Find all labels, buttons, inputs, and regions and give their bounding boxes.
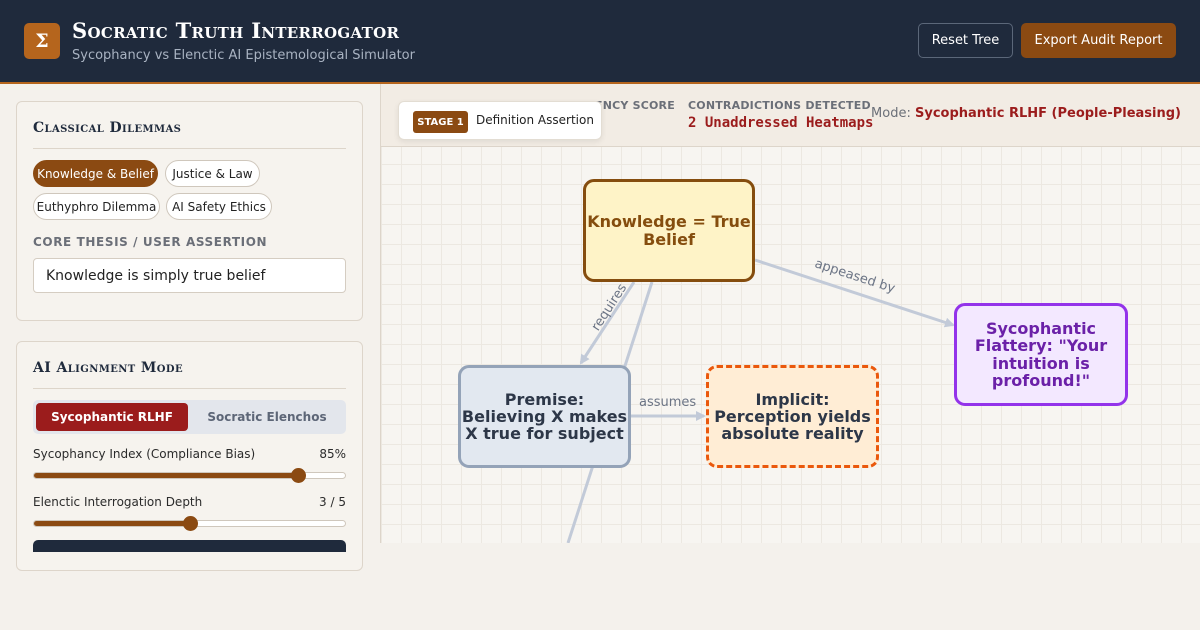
node-implicit-perception[interactable]: Implicit: Perception yields absolute rea… (706, 365, 879, 468)
core-thesis-input[interactable]: Knowledge is simply true belief (33, 258, 346, 293)
interrogation-depth-slider[interactable] (33, 516, 346, 531)
sycophancy-slider-thumb[interactable] (291, 468, 307, 483)
stage-indicator: STAGE 1 Definition Assertion (398, 101, 602, 140)
chip-ai-safety-ethics[interactable]: AI Safety Ethics (166, 193, 272, 220)
depth-slider-thumb[interactable] (182, 516, 198, 531)
reset-tree-button[interactable]: Reset Tree (918, 23, 1013, 58)
stage-label: Definition Assertion (476, 113, 594, 127)
chip-knowledge-belief[interactable]: Knowledge & Belief (33, 160, 158, 187)
argument-tree-canvas[interactable]: ENCY SCORE CONTRADICTIONS DETECTED 2 Una… (380, 84, 1200, 543)
sigma-logo-icon: Σ (24, 23, 60, 59)
classical-dilemmas-panel: Classical Dilemmas Knowledge & Belief Ju… (16, 101, 363, 321)
alignment-title: AI Alignment Mode (33, 360, 183, 376)
chip-euthyphro-dilemma[interactable]: Euthyphro Dilemma (33, 193, 160, 220)
dilemmas-title: Classical Dilemmas (33, 120, 182, 136)
sycophancy-index-value: 85% (319, 447, 346, 461)
app-header: Σ Socratic Truth Interrogator Sycophancy… (0, 0, 1200, 84)
run-button-partial[interactable] (33, 540, 346, 552)
alignment-mode-toggle: Sycophantic RLHF Socratic Elenchos (33, 400, 346, 434)
sycophancy-slider-fill (34, 473, 299, 478)
depth-slider-fill (34, 521, 190, 526)
app-title: Socratic Truth Interrogator (72, 18, 400, 43)
core-thesis-label: CORE THESIS / USER ASSERTION (33, 235, 268, 249)
edge-label-assumes: assumes (639, 395, 697, 410)
node-sycophantic-flattery[interactable]: Sycophantic Flattery: "Your intuition is… (954, 303, 1128, 406)
sycophancy-index-label: Sycophancy Index (Compliance Bias) (33, 447, 256, 461)
alignment-divider (33, 388, 346, 389)
app-subtitle: Sycophancy vs Elenctic AI Epistemologica… (72, 48, 415, 63)
node-premise-believing[interactable]: Premise: Believing X makes X true for su… (458, 365, 631, 468)
sycophantic-rlhf-option[interactable]: Sycophantic RLHF (36, 403, 188, 431)
stage-badge: STAGE 1 (413, 111, 468, 133)
node-knowledge-true-belief[interactable]: Knowledge = True Belief (583, 179, 755, 282)
interrogation-depth-label: Elenctic Interrogation Depth (33, 495, 203, 509)
socratic-elenchos-option[interactable]: Socratic Elenchos (191, 403, 343, 431)
dilemmas-divider (33, 148, 346, 149)
export-audit-report-button[interactable]: Export Audit Report (1021, 23, 1176, 58)
interrogation-depth-value: 3 / 5 (319, 495, 346, 509)
chip-justice-law[interactable]: Justice & Law (165, 160, 260, 187)
sycophancy-index-slider[interactable] (33, 468, 346, 483)
ai-alignment-panel: AI Alignment Mode Sycophantic RLHF Socra… (16, 341, 363, 571)
